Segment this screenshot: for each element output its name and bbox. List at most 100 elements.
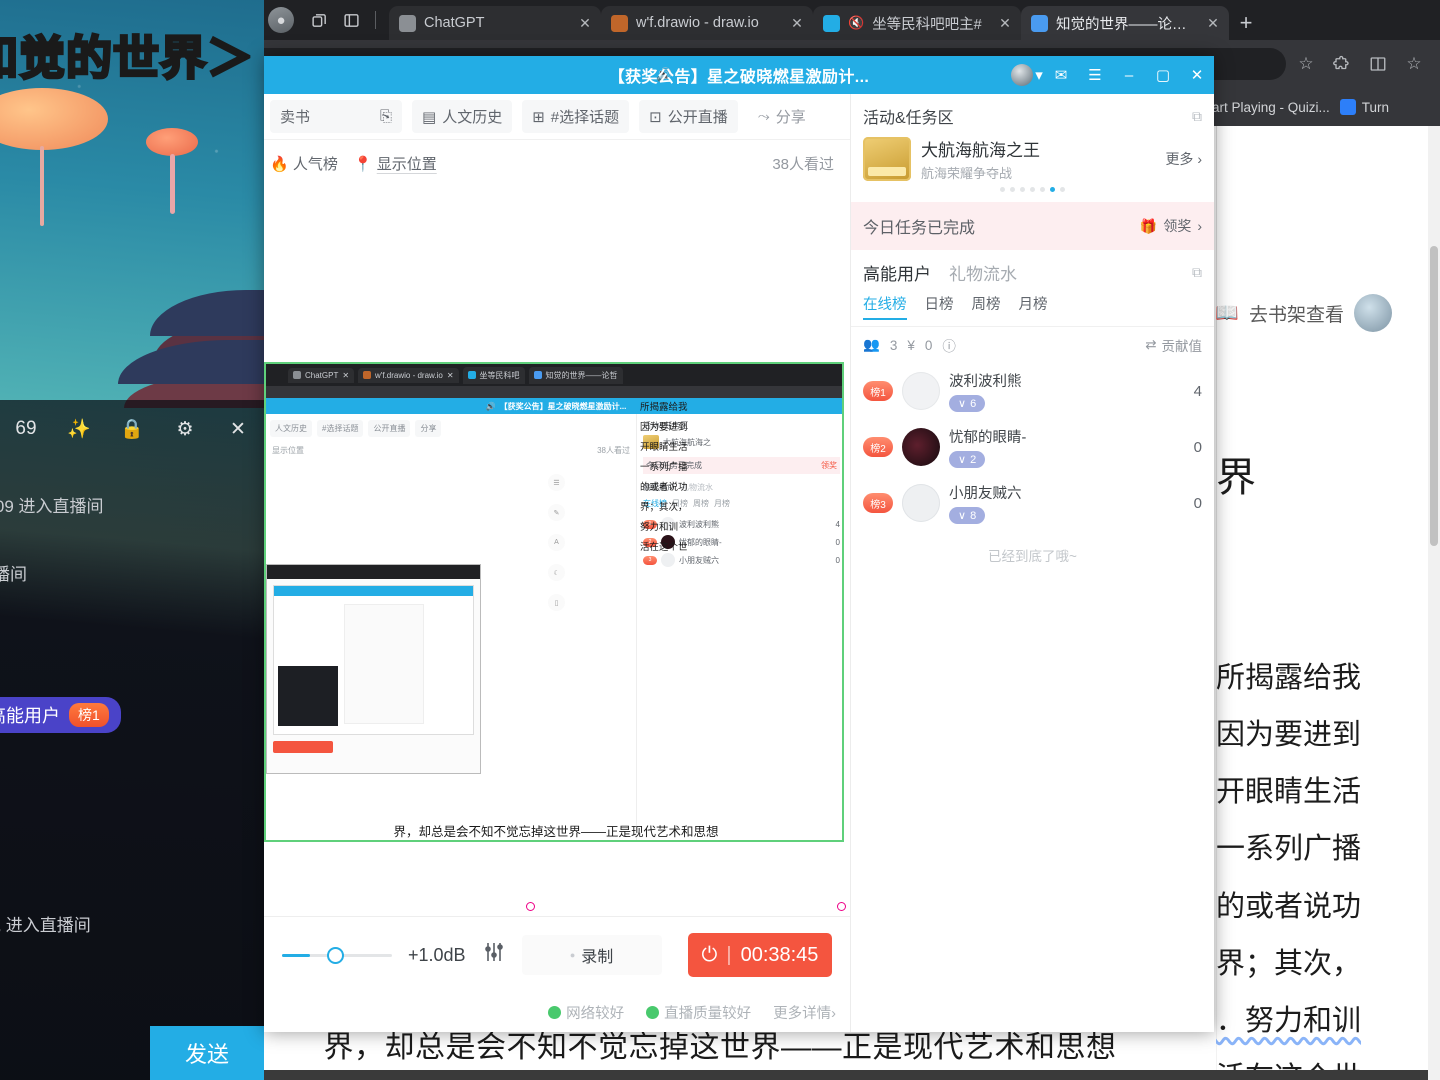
page-scrollbar[interactable] [1428, 126, 1440, 1080]
maximize-button[interactable]: ▢ [1146, 56, 1180, 94]
nested-rank-value: 0 [835, 555, 840, 565]
gear-icon[interactable]: ⚙ [165, 418, 205, 441]
article-text-column: 界 所揭露给我 因为要进到 开眼睛生活 一系列广播 的或者说功 界；其次， ．努… [1216, 456, 1440, 1080]
nested-tab-0: ChatGPT ✕ [288, 367, 355, 383]
rank-tab-weekly[interactable]: 周榜 [972, 293, 1001, 320]
user-section-tabs: 高能用户 礼物流水 ⧉ [851, 250, 1214, 285]
profile-avatar-icon[interactable]: ● [268, 7, 294, 33]
expand-icon[interactable]: ⧉ [1192, 264, 1202, 281]
slider-thumb[interactable] [327, 946, 344, 964]
rank-row-2[interactable]: 榜3 小朋友贼六 ∨ 8 0 [851, 475, 1214, 531]
close-icon[interactable]: ✕ [218, 418, 258, 441]
browser-tab-3[interactable]: 知觉的世界——论哲学 ✕ [1021, 6, 1229, 40]
stop-stream-button[interactable]: ⏻ | 00:38:45 [688, 933, 832, 977]
tab-group-icon[interactable] [304, 5, 334, 35]
nested-tab-title: 坐等民科吧 [479, 370, 520, 380]
carousel-dot[interactable] [1000, 187, 1005, 192]
browser-tab-2[interactable]: 🔇 坐等民科吧吧主# ✕ [813, 6, 1021, 40]
nested-article-line-1: 因为要进到 [640, 421, 688, 433]
capture-handle-bottom[interactable] [526, 902, 535, 911]
bookmark-item-1[interactable]: Turn [1339, 99, 1389, 115]
tab-close-icon[interactable]: ✕ [787, 13, 807, 33]
carousel-dot-active[interactable] [1050, 187, 1055, 192]
tab-close-icon[interactable]: ✕ [1203, 13, 1223, 33]
live-hub-titlebar[interactable]: 🔊 【获奖公告】星之破晓燃星激励计... ▾ ✉ ☰ – ▢ ✕ [264, 56, 1214, 94]
author-avatar[interactable] [1354, 294, 1392, 332]
nested-viewer-count: 38人看过 [597, 446, 630, 455]
tab-gift-flow[interactable]: 礼物流水 [949, 260, 1017, 285]
more-details-link[interactable]: 更多详情› [773, 1002, 836, 1023]
rank-info: 忧郁的眼睛- ∨ 2 [949, 426, 1026, 468]
titlebar-avatar[interactable]: ▾ [1010, 56, 1044, 94]
task-claim[interactable]: 🎁 领奖 › [1140, 216, 1202, 236]
tab-list-icon[interactable] [336, 5, 366, 35]
toolbar-public-broadcast[interactable]: ⊡ 公开直播 [639, 100, 738, 133]
night-mode-icon: ☾ [548, 564, 565, 581]
rank-avatar[interactable] [902, 484, 940, 522]
volume-slider[interactable] [282, 946, 392, 964]
rank-tab-daily[interactable]: 日榜 [925, 293, 954, 320]
popularity-rank-link[interactable]: 🔥 人气榜 [270, 153, 338, 174]
nested-tab-favicon [467, 371, 476, 379]
minimize-button[interactable]: – [1112, 56, 1146, 94]
close-button[interactable]: ✕ [1180, 56, 1214, 94]
mail-icon[interactable]: ✉ [1044, 56, 1078, 94]
menu-icon[interactable]: ☰ [1078, 56, 1112, 94]
badge-text: 为高能用户 [0, 706, 60, 726]
carousel-dot[interactable] [1020, 187, 1025, 192]
screen-capture-preview[interactable]: ChatGPT ✕ w'f.drawio - draw.io ✕ 坐等民科吧 知… [264, 362, 844, 842]
record-button[interactable]: ● 录制 [521, 935, 662, 975]
send-button[interactable]: 发送 [150, 1026, 264, 1080]
split-screen-icon[interactable] [1362, 48, 1394, 80]
toolbar-share[interactable]: ⤳ 分享 [748, 100, 816, 133]
toolbar-room-title[interactable]: 卖书 ⎘ [270, 100, 402, 133]
rank-level-badge: ∨ 6 [949, 395, 986, 412]
nested-omnibar [266, 386, 842, 398]
rank-stats-row: 👥 3 ¥ 0 ⓘ ⇄ 贡献值 [851, 327, 1214, 363]
extensions-icon[interactable] [1326, 48, 1358, 80]
lock-icon[interactable]: 🔒 [112, 417, 152, 441]
tab-mute-icon[interactable]: 🔇 [848, 15, 864, 31]
live-hub-body: 卖书 ⎘ ▤ 人文历史 ⊞ #选择话题 ⊡ 公开直播 ⤳ 分享 🔥 人气榜 📍 … [264, 94, 1214, 1032]
rank-row-1[interactable]: 榜2 忧郁的眼睛- ∨ 2 0 [851, 419, 1214, 475]
slider-fill [282, 953, 310, 957]
effects-icon[interactable]: ✨ [59, 417, 99, 441]
daily-task-bar[interactable]: 今日任务已完成 🎁 领奖 › [851, 202, 1214, 250]
new-tab-button[interactable]: + [1229, 6, 1263, 40]
activity-more-link[interactable]: 更多 › [1165, 149, 1202, 169]
toolbar-category[interactable]: ▤ 人文历史 [412, 100, 513, 133]
rank-row-0[interactable]: 榜1 波利波利熊 ∨ 6 4 [851, 363, 1214, 419]
nested-left-pane: 人文历史 #选择话题 公开直播 分享 显示位置 38人看过 [266, 414, 636, 840]
rank-tab-monthly[interactable]: 月榜 [1019, 293, 1048, 320]
nested-deep-capture [266, 564, 481, 774]
capture-handle-bottom-right[interactable] [837, 902, 846, 911]
rank-avatar[interactable] [902, 372, 940, 410]
live-hub-window: 🔊 【获奖公告】星之破晓燃星激励计... ▾ ✉ ☰ – ▢ ✕ 卖书 ⎘ ▤ … [264, 56, 1214, 1032]
rank-info: 小朋友贼六 ∨ 8 [949, 482, 1022, 524]
expand-icon[interactable]: ⧉ [1192, 108, 1202, 125]
carousel-dot[interactable] [1010, 187, 1015, 192]
reading-list-icon[interactable]: ☆ [1398, 48, 1430, 80]
activity-card[interactable]: 大航海航海之王 航海荣耀争夺战 更多 › [863, 136, 1202, 182]
tab-close-icon[interactable]: ✕ [995, 13, 1015, 33]
show-location-link[interactable]: 📍 显示位置 [354, 153, 437, 174]
tab-high-energy-users[interactable]: 高能用户 [863, 260, 931, 285]
carousel-dot[interactable] [1040, 187, 1045, 192]
bookshelf-link[interactable]: 📖 去书架查看 [1215, 294, 1392, 332]
info-icon[interactable]: ⓘ [942, 335, 956, 355]
equalizer-icon[interactable] [482, 940, 506, 970]
gift-69-icon[interactable]: 69 [6, 418, 46, 440]
activity-name: 大航海航海之王 [921, 141, 1040, 160]
edit-icon[interactable]: ⎘ [380, 108, 392, 125]
scrollbar-thumb[interactable] [1430, 246, 1438, 546]
toolbar-topic[interactable]: ⊞ #选择话题 [522, 100, 630, 133]
bookmark-star-icon[interactable]: ☆ [1290, 48, 1322, 80]
rank-avatar[interactable] [902, 428, 940, 466]
carousel-dot[interactable] [1030, 187, 1035, 192]
browser-tab-0[interactable]: ChatGPT ✕ [389, 6, 601, 40]
rank-tab-online[interactable]: 在线榜 [863, 293, 907, 320]
sort-control[interactable]: ⇄ 贡献值 [1145, 335, 1202, 355]
tab-close-icon[interactable]: ✕ [575, 13, 595, 33]
browser-tab-1[interactable]: w'f.drawio - draw.io ✕ [601, 6, 813, 40]
carousel-dot[interactable] [1060, 187, 1065, 192]
